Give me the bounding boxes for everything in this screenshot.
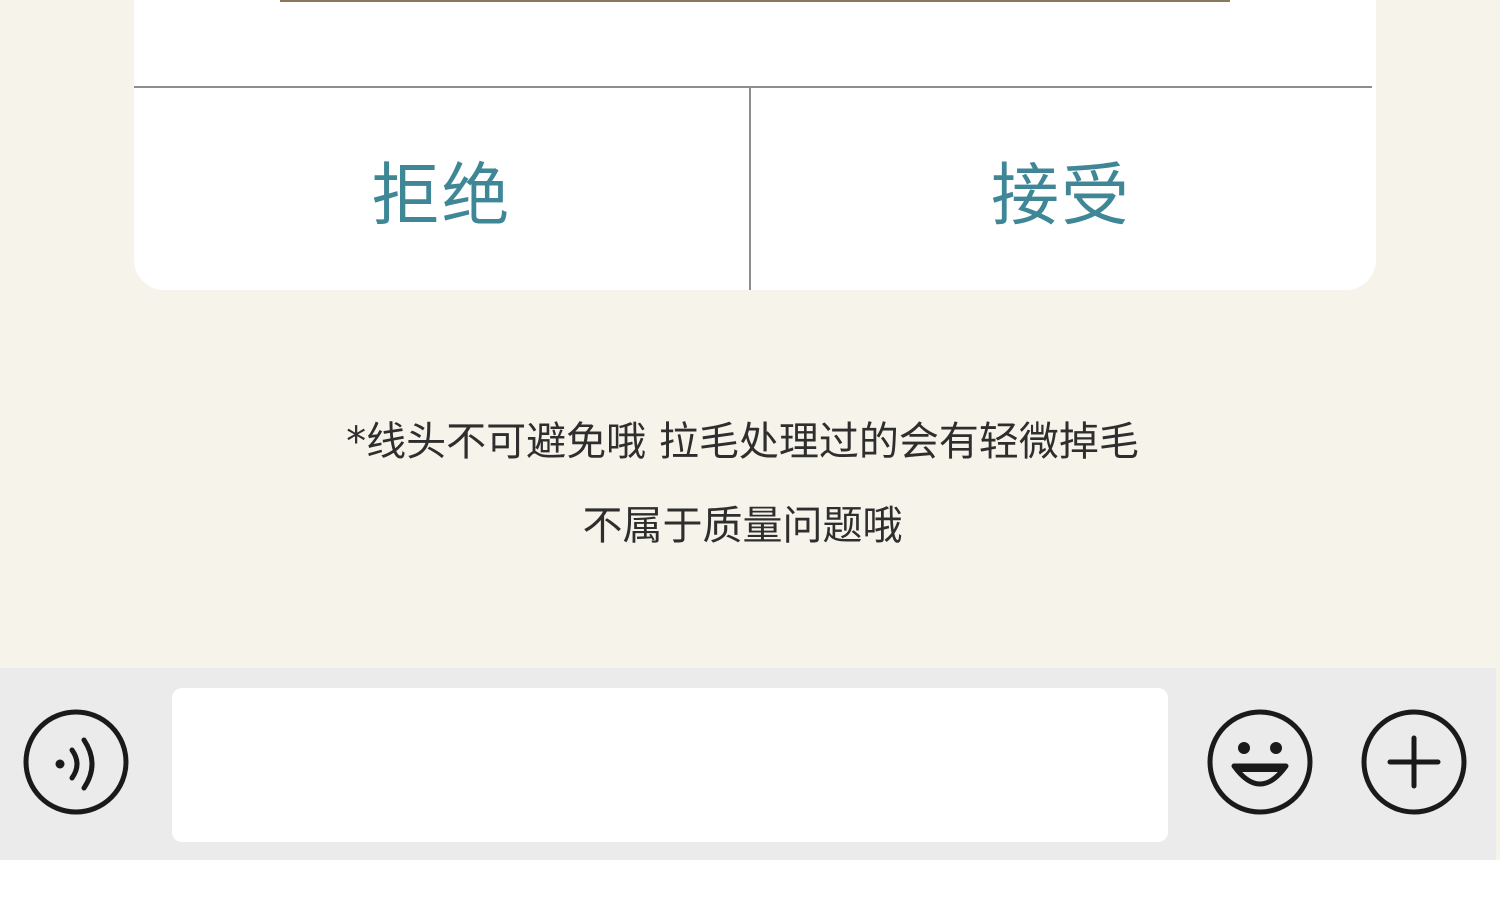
- product-image-edge: [280, 0, 1230, 2]
- voice-button[interactable]: [22, 708, 130, 816]
- notice-line-1: *线头不可避免哦 拉毛处理过的会有轻微掉毛: [346, 419, 1139, 465]
- notice-text: *线头不可避免哦 拉毛处理过的会有轻微掉毛 不属于质量问题哦: [160, 400, 1325, 568]
- dialog-card: 拒绝 接受: [134, 0, 1376, 290]
- chat-input-bar: [0, 668, 1496, 860]
- plus-icon: [1361, 709, 1467, 815]
- add-button[interactable]: [1360, 708, 1468, 816]
- bottom-safe-area: [0, 860, 1500, 916]
- accept-button[interactable]: 接受: [751, 88, 1371, 290]
- reject-button[interactable]: 拒绝: [134, 88, 749, 290]
- emoji-button[interactable]: [1206, 708, 1314, 816]
- message-input[interactable]: [172, 688, 1168, 842]
- voice-icon: [23, 709, 129, 815]
- emoji-icon: [1207, 709, 1313, 815]
- notice-line-2: 不属于质量问题哦: [582, 503, 903, 549]
